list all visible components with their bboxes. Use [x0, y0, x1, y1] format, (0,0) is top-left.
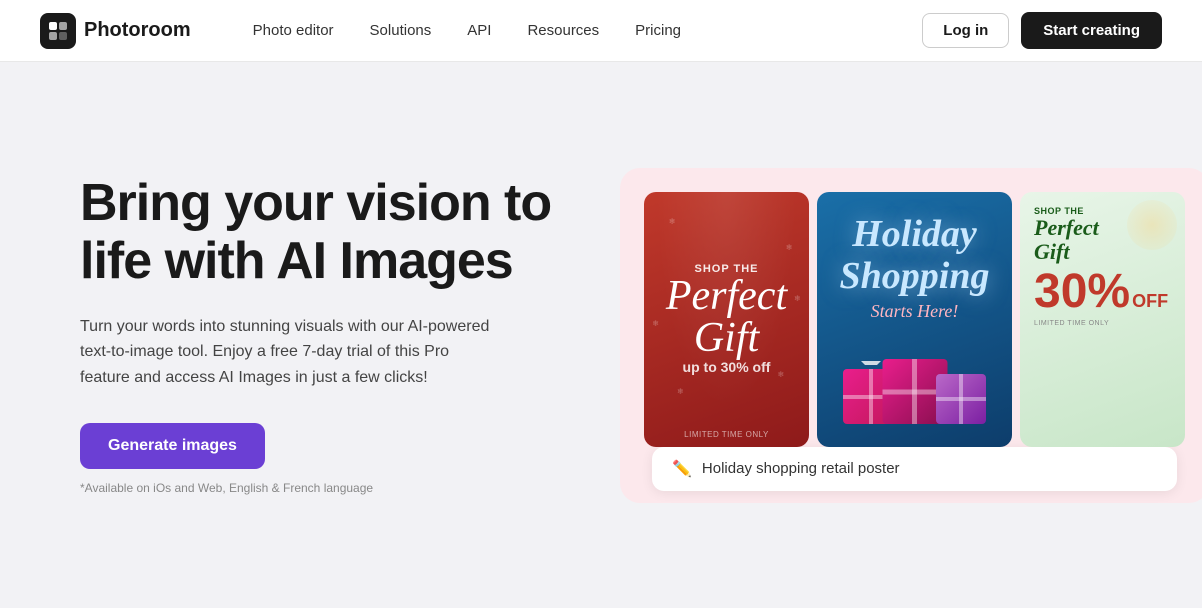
caption-text: Holiday shopping retail poster	[702, 460, 900, 477]
hero-heading: Bring your vision to life with AI Images	[80, 175, 560, 289]
nav-resources[interactable]: Resources	[513, 14, 613, 47]
hero-footnote: *Available on iOs and Web, English & Fre…	[80, 481, 560, 495]
navbar: Photoroom Photo editor Solutions API Res…	[0, 0, 1202, 62]
generate-images-button[interactable]: Generate images	[80, 423, 265, 469]
nav-api[interactable]: API	[453, 14, 505, 47]
hero-subtext: Turn your words into stunning visuals wi…	[80, 314, 500, 391]
nav-pricing[interactable]: Pricing	[621, 14, 695, 47]
gift-boxes	[833, 334, 996, 424]
logo[interactable]: Photoroom	[40, 13, 191, 49]
edit-icon: ✏️	[672, 459, 692, 479]
hero-section: Bring your vision to life with AI Images…	[0, 62, 1202, 608]
card-green-bottom: LIMITED TIME ONLY	[1034, 320, 1109, 327]
card-green-content: Shop the PerfectGift 30% OFF LIMITED TIM…	[1020, 192, 1185, 447]
card-red-content: ❄ ❄ ❄ ❄ ❄ ❄ Shop the Perfect Gift up to	[644, 192, 809, 447]
card-blue-subtitle: Starts Here!	[871, 301, 959, 322]
card-green-percent: 30%	[1034, 268, 1130, 316]
nav-photo-editor[interactable]: Photo editor	[239, 14, 348, 47]
card-red-discount: up to 30% off	[683, 359, 771, 375]
nav-links: Photo editor Solutions API Resources Pri…	[239, 14, 923, 47]
nav-solutions[interactable]: Solutions	[356, 14, 446, 47]
start-creating-button[interactable]: Start creating	[1021, 12, 1162, 49]
card-green-offer: 30% OFF	[1034, 264, 1168, 316]
showcase-card-1: ❄ ❄ ❄ ❄ ❄ ❄ Shop the Perfect Gift up to	[644, 192, 809, 447]
hero-left: Bring your vision to life with AI Images…	[80, 175, 560, 494]
showcase-card-3: Shop the PerfectGift 30% OFF LIMITED TIM…	[1020, 192, 1185, 447]
showcase-card-2: Holiday Shopping Starts Here!	[817, 192, 1012, 447]
decoration-circle	[1127, 200, 1177, 250]
logo-label: Photoroom	[84, 19, 191, 42]
card-green-title: PerfectGift	[1034, 216, 1099, 264]
nav-actions: Log in Start creating	[922, 12, 1162, 49]
showcase-container: ❄ ❄ ❄ ❄ ❄ ❄ Shop the Perfect Gift up to	[620, 168, 1202, 503]
gift-box-right	[936, 374, 986, 424]
hero-right: ❄ ❄ ❄ ❄ ❄ ❄ Shop the Perfect Gift up to	[620, 168, 1202, 503]
card-blue-content: Holiday Shopping Starts Here!	[817, 192, 1012, 447]
card-blue-title: Holiday Shopping	[840, 214, 990, 298]
caption-bar: ✏️ Holiday shopping retail poster	[652, 447, 1177, 491]
card-red-bottom: LIMITED TIME ONLY	[684, 430, 769, 439]
card-green-shop-the: Shop the	[1034, 206, 1084, 216]
showcase-images: ❄ ❄ ❄ ❄ ❄ ❄ Shop the Perfect Gift up to	[644, 192, 1185, 447]
login-button[interactable]: Log in	[922, 13, 1009, 48]
card-green-off: OFF	[1132, 291, 1168, 312]
card-red-title: Perfect Gift	[666, 275, 787, 359]
logo-icon	[40, 13, 76, 49]
